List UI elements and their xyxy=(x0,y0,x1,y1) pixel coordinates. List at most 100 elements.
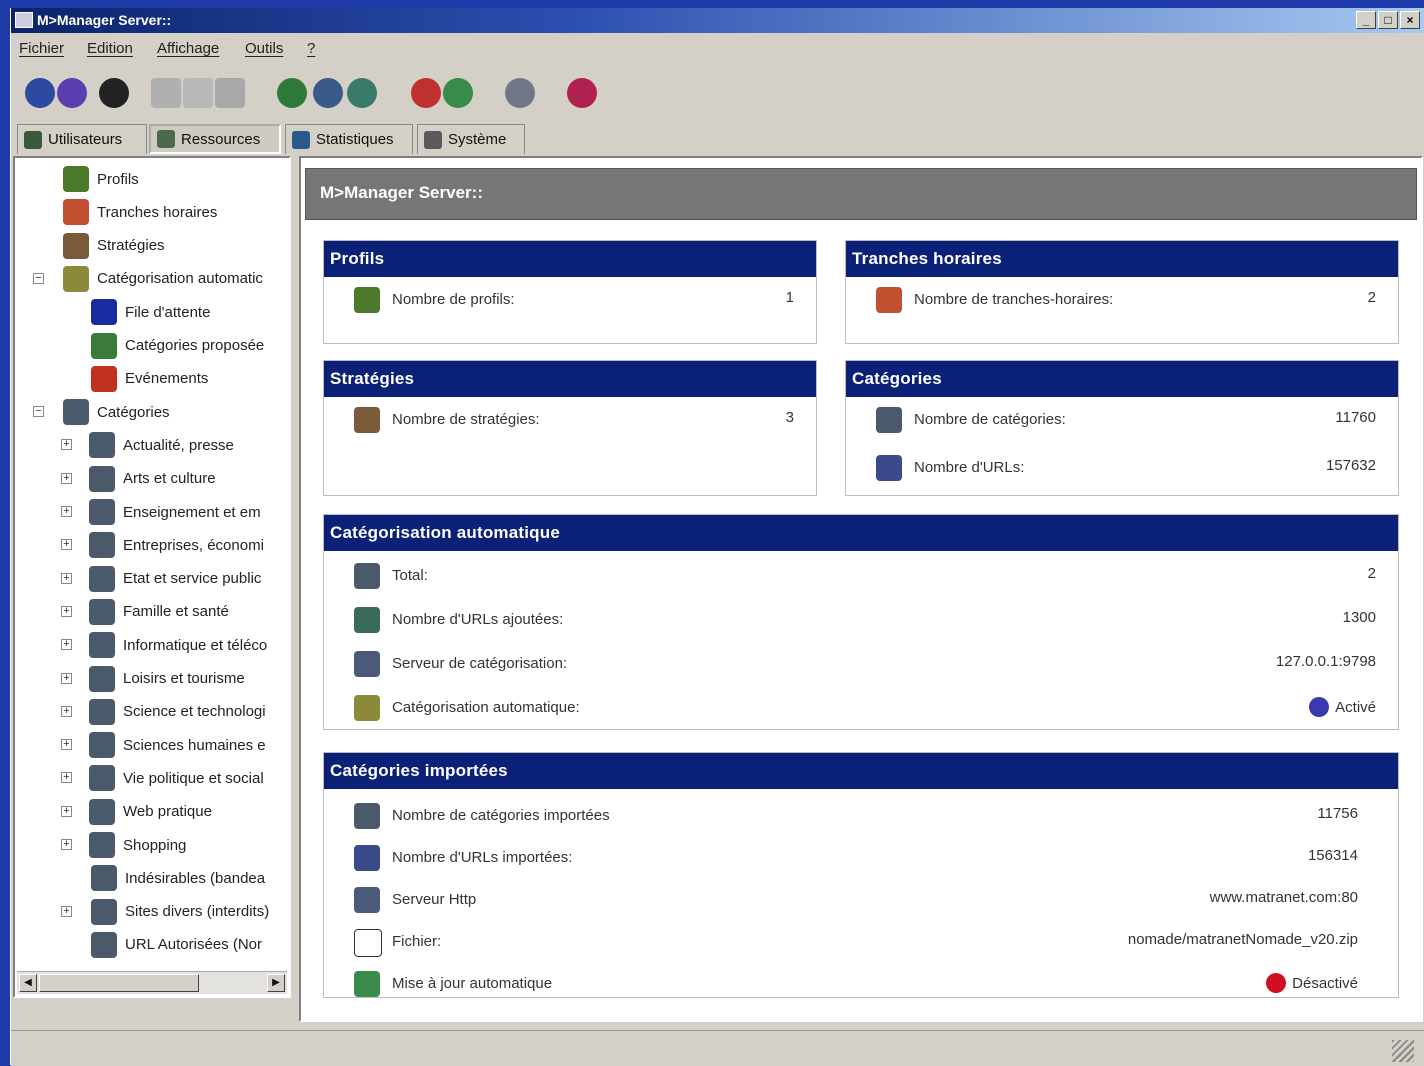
tab-utilisateurs[interactable]: Utilisateurs xyxy=(17,124,147,154)
new-icon[interactable] xyxy=(25,78,55,108)
scroll-thumb[interactable] xyxy=(39,974,199,992)
stat-row: Serveur de catégorisation: 127.0.0.1:9798 xyxy=(324,647,1398,681)
tree-item[interactable]: Catégories xyxy=(63,397,170,427)
tree-item[interactable]: Tranches horaires xyxy=(63,197,217,227)
maximize-button[interactable]: □ xyxy=(1378,11,1398,29)
tree-item-label: Profils xyxy=(97,170,139,188)
scroll-right-arrow[interactable]: ▶ xyxy=(267,974,285,992)
menu-fichier[interactable]: Fichier xyxy=(19,40,64,57)
expand-icon[interactable]: + xyxy=(61,439,72,451)
tree-item[interactable]: URL Autorisées (Nor xyxy=(91,930,262,960)
resize-grip-icon[interactable] xyxy=(1392,1040,1414,1062)
stat-label: Nombre d'URLs importées: xyxy=(392,849,573,866)
tree-item[interactable]: Sites divers (interdits) xyxy=(91,897,269,927)
stat-label: Total: xyxy=(392,567,428,584)
menu-outils[interactable]: Outils xyxy=(245,40,283,57)
tree-item[interactable]: Catégories proposée xyxy=(91,331,264,361)
tab-label: Utilisateurs xyxy=(48,131,123,148)
tree-item[interactable]: Profils xyxy=(63,164,139,194)
copy-icon[interactable] xyxy=(183,78,213,108)
expand-icon[interactable]: + xyxy=(61,605,72,617)
tree-item[interactable]: Sciences humaines e xyxy=(89,730,266,760)
server-icon xyxy=(354,651,380,677)
export-icon[interactable] xyxy=(313,78,343,108)
expand-icon[interactable]: + xyxy=(61,539,72,551)
refresh-icon[interactable] xyxy=(347,78,377,108)
minimize-button[interactable]: _ xyxy=(1356,11,1376,29)
expand-icon[interactable]: + xyxy=(61,572,72,584)
resources-icon xyxy=(157,130,175,148)
expand-icon[interactable]: + xyxy=(61,805,72,817)
tab-systeme[interactable]: Système xyxy=(417,124,525,154)
folder-stack-icon xyxy=(354,563,380,589)
question-icon xyxy=(91,299,117,326)
tree-item[interactable]: Arts et culture xyxy=(89,464,216,494)
tree-item[interactable]: Indésirables (bandea xyxy=(91,863,265,893)
tree-item[interactable]: Etat et service public xyxy=(89,564,261,594)
tree-item[interactable]: Web pratique xyxy=(89,797,212,827)
statistics-icon xyxy=(292,130,310,149)
expand-icon[interactable]: + xyxy=(61,639,72,651)
tree-item[interactable]: Stratégies xyxy=(63,231,165,261)
tab-bar: Utilisateurs Ressources Statistiques Sys… xyxy=(11,122,1424,156)
close-button[interactable]: × xyxy=(1400,11,1420,29)
collapse-icon[interactable]: − xyxy=(33,272,44,284)
menu-affichage[interactable]: Affichage xyxy=(157,40,219,57)
app-window: M>Manager Server:: _ □ × Fichier Edition… xyxy=(10,8,1424,1066)
expand-icon[interactable]: + xyxy=(61,506,72,517)
expand-icon[interactable]: + xyxy=(61,739,72,751)
tree-item-label: Enseignement et em xyxy=(123,503,261,521)
category-icon xyxy=(91,865,117,892)
tree-item[interactable]: Science et technologi xyxy=(89,697,266,727)
tree-item[interactable]: Actualité, presse xyxy=(89,430,234,460)
tree-item-label: Sciences humaines e xyxy=(123,736,266,754)
expand-icon[interactable]: + xyxy=(61,705,72,717)
folder-stack-icon xyxy=(63,399,89,426)
stat-label: Nombre de profils: xyxy=(392,291,515,308)
tab-statistiques[interactable]: Statistiques xyxy=(285,124,413,154)
menu-edition[interactable]: Edition xyxy=(87,40,133,57)
collapse-icon[interactable]: − xyxy=(33,406,44,418)
import-icon[interactable] xyxy=(277,78,307,108)
card-categories-importees: Catégories importées Nombre de catégorie… xyxy=(323,752,1399,998)
resource-tree[interactable]: ◀ ▶ Profils Tranches horaires Stratégies Ca… xyxy=(13,156,291,998)
tree-item[interactable]: Evénements xyxy=(91,364,208,394)
delete-icon[interactable] xyxy=(99,78,129,108)
server-icon[interactable] xyxy=(505,78,535,108)
tree-item[interactable]: Famille et santé xyxy=(89,597,229,627)
tree-horizontal-scrollbar[interactable]: ◀ ▶ xyxy=(17,971,287,994)
tree-item-label: Web pratique xyxy=(123,803,212,821)
expand-icon[interactable]: + xyxy=(61,839,72,850)
stat-row: Mise à jour automatique Désactivé xyxy=(324,967,1398,1001)
help-book-icon[interactable] xyxy=(567,78,597,108)
stat-row: Nombre de tranches-horaires: 2 xyxy=(846,283,1398,317)
expand-icon[interactable]: + xyxy=(61,672,72,684)
toolbar xyxy=(11,68,1424,120)
sync-icon[interactable] xyxy=(443,78,473,108)
scroll-left-arrow[interactable]: ◀ xyxy=(19,974,37,992)
tab-ressources[interactable]: Ressources xyxy=(149,124,281,154)
tree-item[interactable]: Loisirs et tourisme xyxy=(89,664,245,694)
category-icon xyxy=(89,565,115,592)
expand-icon[interactable]: + xyxy=(61,905,72,917)
tree-item[interactable]: Catégorisation automatic xyxy=(63,264,263,294)
tree-item[interactable]: Enseignement et em xyxy=(89,497,261,527)
disabled-icon xyxy=(1266,973,1287,993)
tree-item[interactable]: Informatique et téléco xyxy=(89,630,267,660)
cut-icon[interactable] xyxy=(151,78,181,108)
tree-item[interactable]: File d'attente xyxy=(91,297,210,327)
tree-item[interactable]: Shopping xyxy=(89,830,186,860)
tree-item[interactable]: Vie politique et social xyxy=(89,763,264,793)
paste-icon[interactable] xyxy=(215,78,245,108)
menu-help[interactable]: ? xyxy=(307,40,315,57)
expand-icon[interactable]: + xyxy=(61,772,72,784)
expand-icon[interactable]: + xyxy=(61,472,72,484)
category-icon xyxy=(91,931,117,958)
card-categorisation-automatique: Catégorisation automatique Total: 2 Nombre… xyxy=(323,514,1399,730)
stat-label: Nombre d'URLs: xyxy=(914,459,1025,476)
calendar-icon[interactable] xyxy=(411,78,441,108)
tab-label: Système xyxy=(448,131,507,148)
connect-icon[interactable] xyxy=(57,78,87,108)
tree-item-label: URL Autorisées (Nor xyxy=(125,936,262,954)
tree-item[interactable]: Entreprises, économi xyxy=(89,530,264,560)
